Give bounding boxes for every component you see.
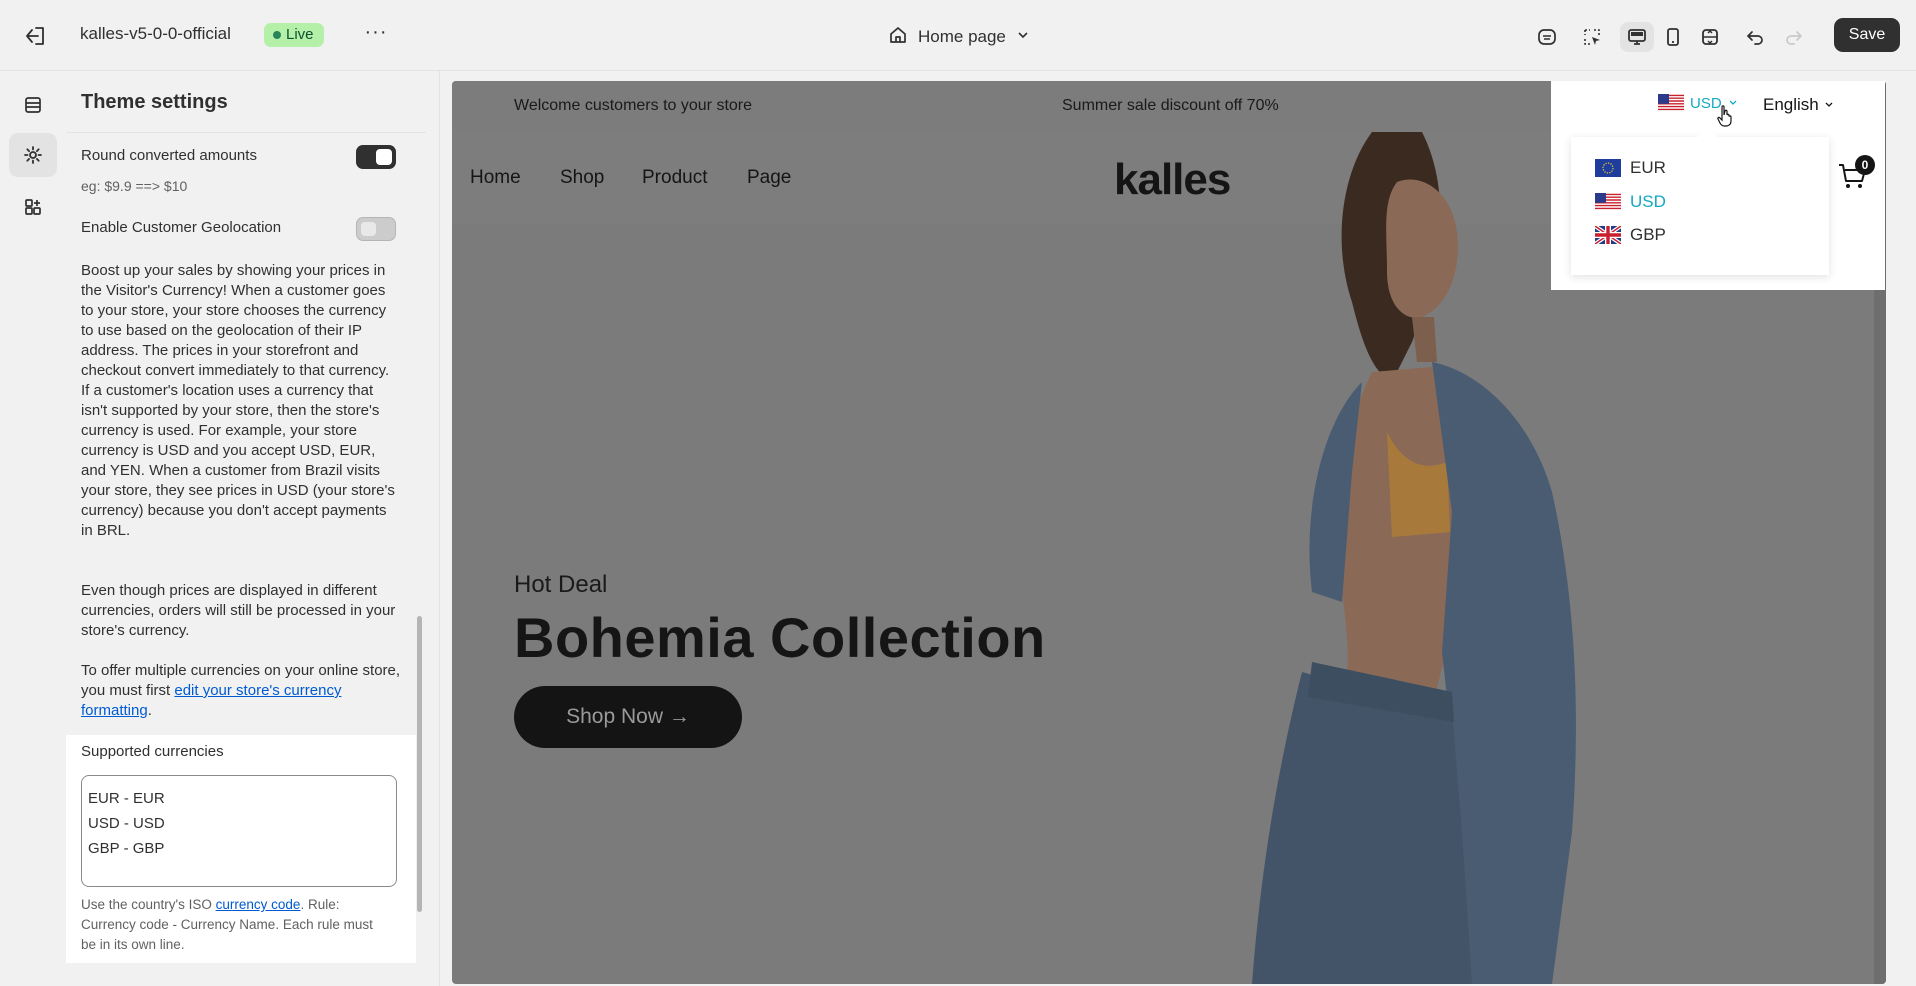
page-selector[interactable]: Home page [888, 24, 1030, 50]
announcement-center: Summer sale discount off 70% [1062, 97, 1279, 114]
sections-icon[interactable] [9, 83, 57, 127]
geolocation-description: Boost up your sales by showing your pric… [81, 262, 395, 539]
currency-formatting-note: To offer multiple currencies on your onl… [81, 661, 401, 721]
save-button[interactable]: Save [1834, 18, 1900, 52]
shop-now-button[interactable]: Shop Now → [514, 686, 742, 748]
currency-code-link[interactable]: currency code [216, 897, 301, 912]
currency-option-eur[interactable]: EUR [1595, 158, 1666, 178]
uk-flag-icon [1593, 224, 1623, 246]
more-actions-icon[interactable]: ··· [364, 22, 388, 48]
round-amounts-toggle[interactable] [356, 145, 396, 169]
round-amounts-hint: eg: $9.9 ==> $10 [81, 178, 188, 194]
hero-kicker: Hot Deal [514, 571, 608, 598]
nav-home[interactable]: Home [470, 167, 521, 189]
supported-currencies-card: Supported currencies EUR - EUR USD - USD… [66, 735, 416, 963]
supported-currencies-title: Supported currencies [81, 743, 224, 760]
divider [66, 132, 426, 133]
chevron-down-icon [1016, 27, 1030, 47]
fullscreen-icon[interactable] [1693, 22, 1727, 52]
currency-line: EUR - EUR [88, 790, 165, 807]
ai-sparkle-icon[interactable] [1530, 22, 1564, 52]
chevron-down-icon [1824, 95, 1834, 115]
announcement-left: Welcome customers to your store [514, 97, 753, 114]
help-prefix: Use the country's ISO [81, 897, 216, 912]
formatting-note-end: . [147, 702, 152, 719]
us-flag-icon [1595, 193, 1621, 211]
page-selector-label: Home page [918, 27, 1006, 46]
nav-product[interactable]: Product [642, 167, 707, 189]
nav-shop[interactable]: Shop [560, 167, 604, 189]
hand-cursor-icon [1716, 104, 1736, 128]
geolocation-label: Enable Customer Geolocation [81, 219, 282, 236]
nav-page[interactable]: Page [747, 167, 791, 189]
round-amounts-label: Round converted amounts [81, 147, 257, 164]
desktop-view-icon[interactable] [1620, 22, 1654, 52]
supported-currencies-help: Use the country's ISO currency code. Rul… [81, 895, 381, 955]
currency-option-usd[interactable]: USD [1595, 192, 1666, 212]
currency-option-gbp[interactable]: GBP [1593, 224, 1666, 246]
home-icon [888, 25, 908, 50]
currency-processing-note: Even though prices are displayed in diff… [81, 582, 396, 639]
currency-option-label: USD [1630, 192, 1666, 211]
currency-line: GBP - GBP [88, 840, 165, 857]
geolocation-toggle[interactable] [356, 217, 396, 241]
apps-icon[interactable] [9, 185, 57, 229]
exit-icon[interactable] [22, 24, 48, 48]
currency-line: USD - USD [88, 815, 165, 832]
currency-dropdown-menu: EUR USD GBP [1571, 127, 1829, 275]
language-switcher[interactable]: English [1763, 95, 1834, 115]
inspector-icon[interactable] [1575, 22, 1609, 52]
hero-title: Bohemia Collection [514, 606, 1046, 669]
store-logo[interactable]: kalles [1114, 155, 1231, 205]
panel-title: Theme settings [81, 91, 228, 113]
cart-count-badge: 0 [1855, 155, 1875, 175]
theme-settings-icon[interactable] [9, 133, 57, 177]
eu-flag-icon [1595, 159, 1621, 177]
panel-scrollbar[interactable] [417, 616, 422, 912]
live-badge: Live [264, 23, 324, 47]
editor-rail [0, 71, 66, 986]
mobile-view-icon[interactable] [1656, 22, 1690, 52]
currency-option-label: GBP [1630, 225, 1666, 244]
editor-topbar: kalles-v5-0-0-official Live ··· Home pag… [0, 0, 1916, 71]
undo-icon[interactable] [1738, 22, 1772, 52]
language-switcher-label: English [1763, 95, 1819, 114]
supported-currencies-textarea[interactable]: EUR - EUR USD - USD GBP - GBP [81, 775, 397, 887]
redo-icon[interactable] [1777, 22, 1811, 52]
us-flag-icon [1658, 94, 1684, 112]
currency-option-label: EUR [1630, 158, 1666, 177]
store-name: kalles-v5-0-0-official [80, 24, 231, 43]
